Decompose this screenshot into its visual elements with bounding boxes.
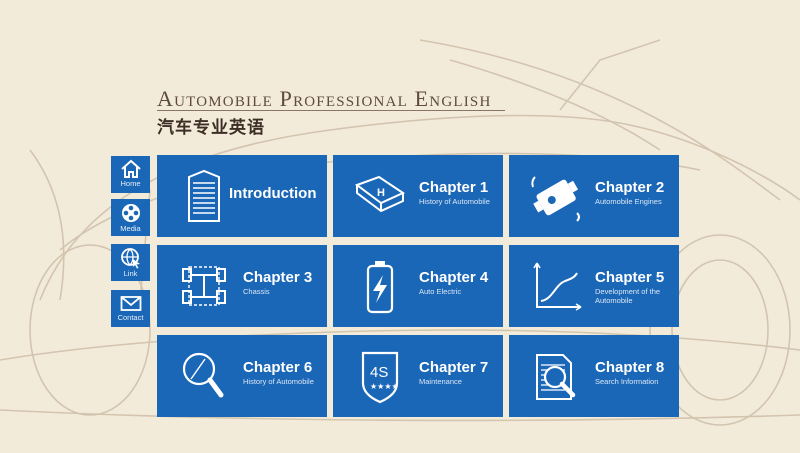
globe-link-icon [120,248,140,269]
badge-text: 4S [370,364,388,381]
search-document-icon [536,354,576,400]
tile-title: Chapter 2 [595,179,665,196]
tile-title: Chapter 3 [243,269,313,286]
page-title: Automobile Professional English [157,86,492,111]
tile-subtitle: Chassis [243,287,270,296]
tile-subtitle: History of Automobile [419,197,490,206]
tile-chapter-6[interactable]: Chapter 6 History of Automobile [157,335,327,417]
tile-chapter-4[interactable]: Chapter 4 Auto Electric [333,245,503,327]
tile-chapter-8[interactable]: Chapter 8 Search Information [509,335,679,417]
tile-title: Chapter 5 [595,269,665,286]
tile-chapter-7[interactable]: 4S ★★★★ Chapter 7 Maintenance [333,335,503,417]
page-subtitle: 汽车专业英语 [157,118,265,138]
tile-title: Chapter 8 [595,359,665,376]
sidebar-media-button[interactable]: Media [111,199,150,236]
tile-chapter-1[interactable]: H Chapter 1 History of Automobile [333,155,503,237]
book-letter: H [377,187,385,199]
star-rating: ★★★★ [370,382,399,391]
tile-subtitle: Development of the Automobile [595,287,661,305]
book-icon: H [354,175,406,213]
tile-title: Chapter 4 [419,269,489,286]
tile-subtitle: Auto Electric [419,287,462,296]
document-icon [188,169,220,222]
tile-subtitle: History of Automobile [243,377,314,386]
sidebar-label: Contact [117,313,144,322]
sidebar-label: Media [120,224,141,233]
battery-icon [366,261,394,314]
sidebar-label: Link [123,269,138,278]
tile-subtitle: Maintenance [419,377,462,386]
sidebar-contact-button[interactable]: Contact [111,290,150,327]
tile-title: Chapter 6 [243,359,313,376]
tile-chapter-3[interactable]: Chapter 3 Chassis [157,245,327,327]
tile-title: Introduction [229,185,317,202]
sidebar-link-button[interactable]: Link [111,244,150,281]
film-reel-icon [121,204,140,222]
chassis-icon [182,266,226,306]
tile-chapter-2[interactable]: Chapter 2 Automobile Engines [509,155,679,237]
tile-introduction[interactable]: Introduction [157,155,327,237]
tile-subtitle: Search Information [595,377,659,386]
sidebar-home-button[interactable]: Home [111,156,150,193]
tile-chapter-5[interactable]: Chapter 5 Development of the Automobile [509,245,679,327]
chart-icon [533,262,582,311]
tile-subtitle: Automobile Engines [595,197,662,206]
envelope-icon [120,296,141,311]
home-icon [120,159,141,178]
shield-4s-icon: 4S ★★★★ [361,351,399,404]
tile-title: Chapter 7 [419,359,489,376]
magnifier-icon [182,352,224,398]
engine-icon [531,176,580,222]
title-divider [157,110,505,111]
sidebar-label: Home [120,179,141,188]
tile-title: Chapter 1 [419,179,489,196]
